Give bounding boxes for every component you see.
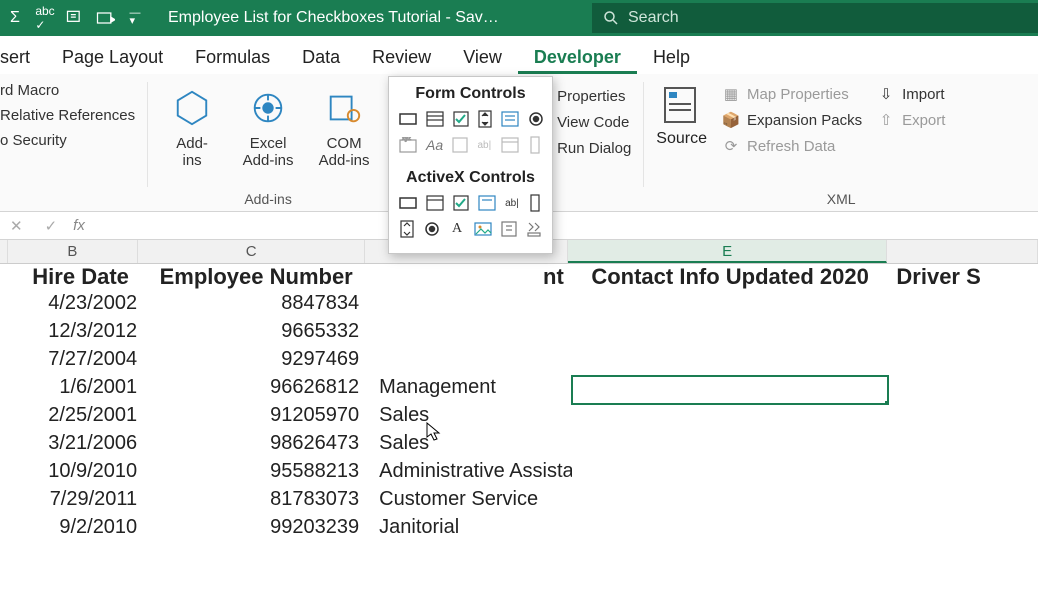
xml-label: XML: [656, 189, 1026, 207]
search-box[interactable]: Search: [592, 3, 1038, 33]
addins-group: Add- ins Excel Add-ins COM Add-ins Add-i…: [148, 74, 388, 211]
search-placeholder: Search: [628, 9, 679, 27]
tab-developer[interactable]: Developer: [518, 47, 637, 74]
qat-more-icon[interactable]: —▾: [120, 3, 150, 33]
expansion-icon: 📦: [721, 110, 741, 130]
tab-review[interactable]: Review: [356, 47, 447, 74]
xml-group: Source ▦Map Properties 📦Expansion Packs …: [644, 74, 1038, 211]
code-group: rd Macro Relative References o Security: [0, 74, 147, 211]
form-button-icon[interactable]: [399, 109, 417, 129]
tab-help[interactable]: Help: [637, 47, 706, 74]
form-groupbox-icon[interactable]: xyz: [399, 135, 417, 155]
com-addins-icon: [320, 84, 368, 132]
fx-icon[interactable]: fx: [67, 217, 85, 234]
ax-option-icon[interactable]: [424, 219, 440, 239]
col-b[interactable]: B: [8, 240, 138, 263]
macro-security-button[interactable]: o Security: [0, 132, 135, 149]
form-listbox-icon[interactable]: [501, 109, 519, 129]
table-row[interactable]: 2/25/200191205970Sales: [0, 404, 1038, 432]
form-spinner-icon[interactable]: [478, 109, 492, 129]
ax-label-icon[interactable]: A: [449, 219, 465, 239]
spreadsheet-grid[interactable]: B C E Hire Date Employee Number nt Conta…: [0, 240, 1038, 544]
form-frame-icon: [452, 135, 468, 155]
table-row[interactable]: 3/21/200698626473Sales: [0, 432, 1038, 460]
import-icon: ⇩: [876, 84, 896, 104]
excel-addins-button[interactable]: Excel Add-ins: [236, 84, 300, 169]
refresh-data-button: ⟳Refresh Data: [721, 136, 862, 156]
tab-view[interactable]: View: [447, 47, 518, 74]
activex-row1: ab|: [389, 193, 552, 219]
import-button[interactable]: ⇩Import: [876, 84, 945, 104]
form-option-icon[interactable]: [528, 109, 544, 129]
share-icon[interactable]: [90, 3, 120, 33]
quick-action-icon[interactable]: [60, 3, 90, 33]
export-button: ⇧Export: [876, 110, 945, 130]
table-row[interactable]: 10/9/201095588213Administrative Assistan…: [0, 460, 1038, 488]
ribbon-tabs: sert Page Layout Formulas Data Review Vi…: [0, 36, 1038, 74]
col-c[interactable]: C: [138, 240, 366, 263]
ax-listbox-icon[interactable]: [478, 193, 496, 213]
relative-references-button[interactable]: Relative References: [0, 107, 135, 124]
tab-data[interactable]: Data: [286, 47, 356, 74]
expansion-packs-button[interactable]: 📦Expansion Packs: [721, 110, 862, 130]
search-icon: [602, 9, 620, 27]
ax-more-icon[interactable]: [526, 219, 542, 239]
cancel-icon[interactable]: ✕: [10, 217, 23, 235]
tab-page-layout[interactable]: Page Layout: [46, 47, 179, 74]
form-textfield-icon: ab|: [477, 135, 491, 155]
refresh-icon: ⟳: [721, 136, 741, 156]
ax-image-icon[interactable]: [474, 219, 492, 239]
mouse-cursor-icon: [426, 422, 444, 442]
com-addins-button[interactable]: COM Add-ins: [312, 84, 376, 169]
table-row[interactable]: 4/23/20028847834: [0, 292, 1038, 320]
ax-toggle-icon[interactable]: [501, 219, 517, 239]
svg-text:xyz: xyz: [402, 137, 411, 142]
export-icon: ⇧: [876, 110, 896, 130]
table-row[interactable]: 7/29/201181783073Customer Service: [0, 488, 1038, 516]
form-controls-heading: Form Controls: [389, 77, 552, 109]
document-title: Employee List for Checkboxes Tutorial - …: [168, 9, 499, 27]
col-e[interactable]: E: [568, 240, 888, 263]
map-properties-button: ▦Map Properties: [721, 84, 862, 104]
record-macro-button[interactable]: rd Macro: [0, 82, 135, 99]
table-row[interactable]: 12/3/20129665332: [0, 320, 1038, 348]
tab-insert[interactable]: sert: [0, 47, 46, 74]
ax-combo-icon[interactable]: [426, 193, 444, 213]
tab-formulas[interactable]: Formulas: [179, 47, 286, 74]
activex-row2: A: [389, 219, 552, 245]
spellcheck-icon[interactable]: abc✓: [30, 3, 60, 33]
active-cell[interactable]: [572, 376, 889, 404]
form-controls-row2: xyz Aa ab|: [389, 135, 552, 161]
ax-scrollbar-icon[interactable]: [528, 193, 542, 213]
source-button[interactable]: Source: [656, 130, 707, 148]
table-row[interactable]: 1/6/200196626812Management: [0, 376, 1038, 404]
form-combo2-icon: [501, 135, 519, 155]
autosum-icon[interactable]: Σ: [0, 3, 30, 33]
col-f[interactable]: [887, 240, 1038, 263]
addins-button[interactable]: Add- ins: [160, 84, 224, 169]
addins-icon: [168, 84, 216, 132]
source-icon: [661, 84, 703, 130]
enter-icon[interactable]: ✓: [45, 217, 58, 235]
table-row[interactable]: 7/27/20049297469: [0, 348, 1038, 376]
excel-addins-icon: [244, 84, 292, 132]
map-properties-icon: ▦: [721, 84, 741, 104]
form-combo-icon[interactable]: [426, 109, 444, 129]
ax-button-icon[interactable]: [399, 193, 417, 213]
insert-controls-dropdown[interactable]: Form Controls xyz Aa ab| ActiveX Control…: [388, 76, 553, 254]
ax-textbox-icon[interactable]: ab|: [505, 193, 519, 213]
addins-label: Add-ins: [160, 189, 376, 207]
ax-spinner-icon[interactable]: [399, 219, 415, 239]
title-bar: Σ abc✓ —▾ Employee List for Checkboxes T…: [0, 0, 1038, 36]
form-label-icon[interactable]: Aa: [426, 135, 443, 155]
ax-checkbox-icon[interactable]: [453, 193, 469, 213]
form-checkbox-icon[interactable]: [453, 109, 469, 129]
activex-controls-heading: ActiveX Controls: [389, 161, 552, 193]
form-scrollbar-icon: [528, 135, 542, 155]
table-row[interactable]: 9/2/201099203239Janitorial: [0, 516, 1038, 544]
form-controls-row1: [389, 109, 552, 135]
header-row: Hire Date Employee Number nt Contact Inf…: [0, 264, 1038, 292]
